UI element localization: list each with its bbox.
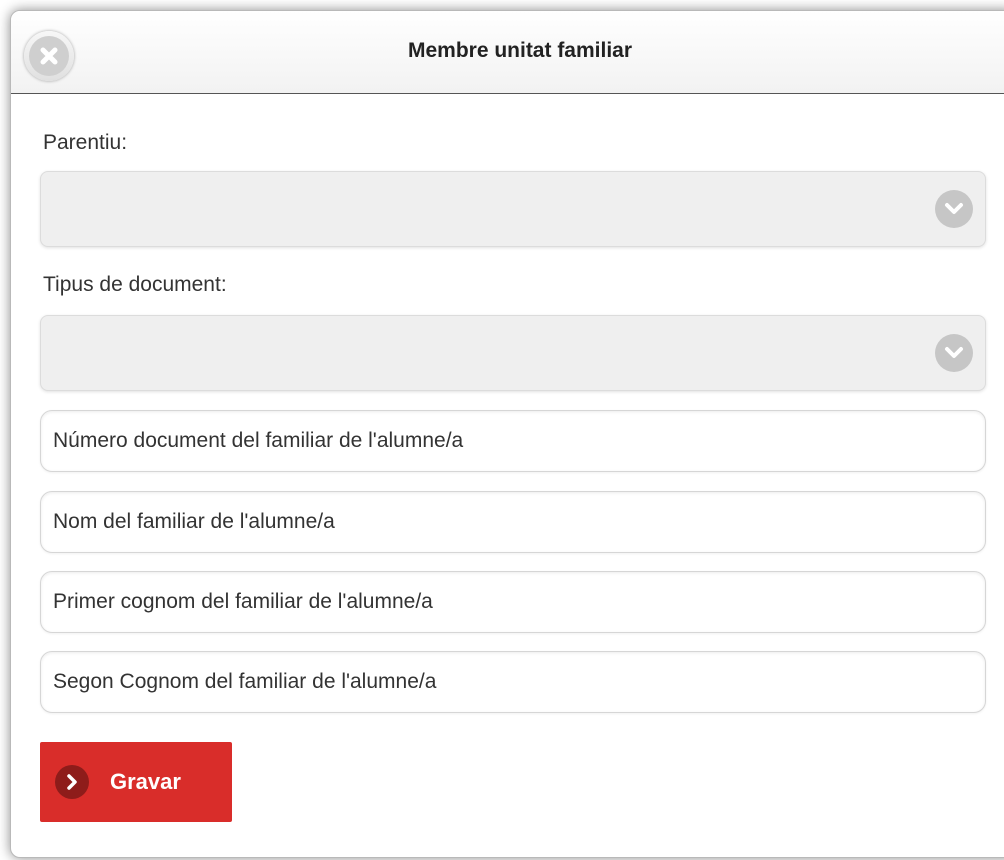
chevron-down-icon — [935, 334, 973, 372]
dialog-title: Membre unitat familiar — [407, 39, 633, 62]
numero-document-input[interactable] — [40, 410, 986, 472]
chevron-down-icon — [935, 190, 973, 228]
primer-cognom-input[interactable] — [40, 571, 986, 633]
chevron-right-icon — [55, 765, 89, 799]
tipus-document-select[interactable] — [40, 315, 986, 391]
segon-cognom-input[interactable] — [40, 651, 986, 713]
nom-input[interactable] — [40, 491, 986, 553]
family-member-dialog: Membre unitat familiar Parentiu: Tipus d… — [10, 10, 1004, 858]
parentiu-label: Parentiu: — [43, 131, 128, 154]
save-button-label: Gravar — [110, 769, 181, 794]
save-button[interactable]: Gravar — [40, 742, 232, 822]
tipus-document-label: Tipus de document: — [43, 273, 227, 296]
parentiu-select[interactable] — [40, 171, 986, 247]
dialog-header: Membre unitat familiar — [11, 11, 1004, 94]
